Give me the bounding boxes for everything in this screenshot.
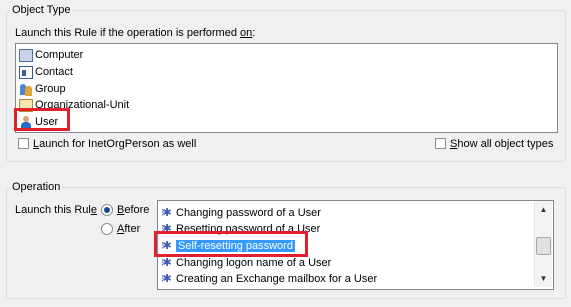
show-all-types-label[interactable]: Show all object types — [450, 138, 553, 151]
inetorgperson-label[interactable]: Launch for InetOrgPerson as well — [33, 138, 196, 151]
show-all-types-checkbox[interactable] — [435, 138, 446, 149]
after-radio[interactable] — [101, 223, 113, 235]
object-type-prompt: Launch this Rule if the operation is per… — [15, 27, 256, 39]
object-type-item-contact[interactable]: Contact — [19, 64, 73, 80]
gear-icon: ⁝✱ — [161, 257, 172, 269]
scroll-down-icon[interactable]: ▼ — [535, 270, 552, 287]
operation-title: Operation — [10, 181, 63, 194]
operation-item-label: Changing password of a User — [176, 207, 321, 219]
operation-item-changing-logon-name[interactable]: ⁝✱ Changing logon name of a User — [161, 255, 331, 271]
launch-rule-label: Launch this Rule — [15, 204, 97, 216]
object-type-list[interactable]: Computer Contact Group Organizational-Un… — [15, 43, 558, 133]
inetorgperson-checkbox[interactable] — [18, 138, 29, 149]
object-type-item-label: Group — [35, 83, 66, 95]
operation-item-changing-password[interactable]: ⁝✱ Changing password of a User — [161, 205, 321, 221]
operation-list-scrollbar[interactable]: ▲ ▼ — [534, 201, 552, 287]
object-type-item-label: Contact — [35, 66, 73, 78]
scroll-up-icon[interactable]: ▲ — [535, 201, 552, 218]
after-label[interactable]: After — [117, 223, 140, 236]
scrollbar-thumb[interactable] — [536, 237, 551, 255]
user-highlight-box — [14, 108, 70, 131]
operation-item-label: Creating an Exchange mailbox for a User — [176, 273, 378, 285]
contact-icon — [19, 65, 33, 79]
object-type-title: Object Type — [10, 4, 73, 17]
before-radio[interactable] — [101, 204, 113, 216]
self-resetting-highlight-box — [154, 231, 308, 257]
operation-item-creating-exchange-mailbox[interactable]: ⁝✱ Creating an Exchange mailbox for a Us… — [161, 271, 377, 287]
computer-icon — [19, 48, 33, 62]
operation-item-label: Changing logon name of a User — [176, 257, 332, 269]
before-label[interactable]: Before — [117, 204, 149, 217]
gear-icon: ⁝✱ — [161, 273, 172, 285]
object-type-item-label: Computer — [35, 49, 84, 61]
object-type-item-group[interactable]: Group — [19, 81, 66, 97]
group-icon — [19, 83, 33, 96]
object-type-item-computer[interactable]: Computer — [19, 47, 83, 63]
gear-icon: ⁝✱ — [161, 207, 172, 219]
